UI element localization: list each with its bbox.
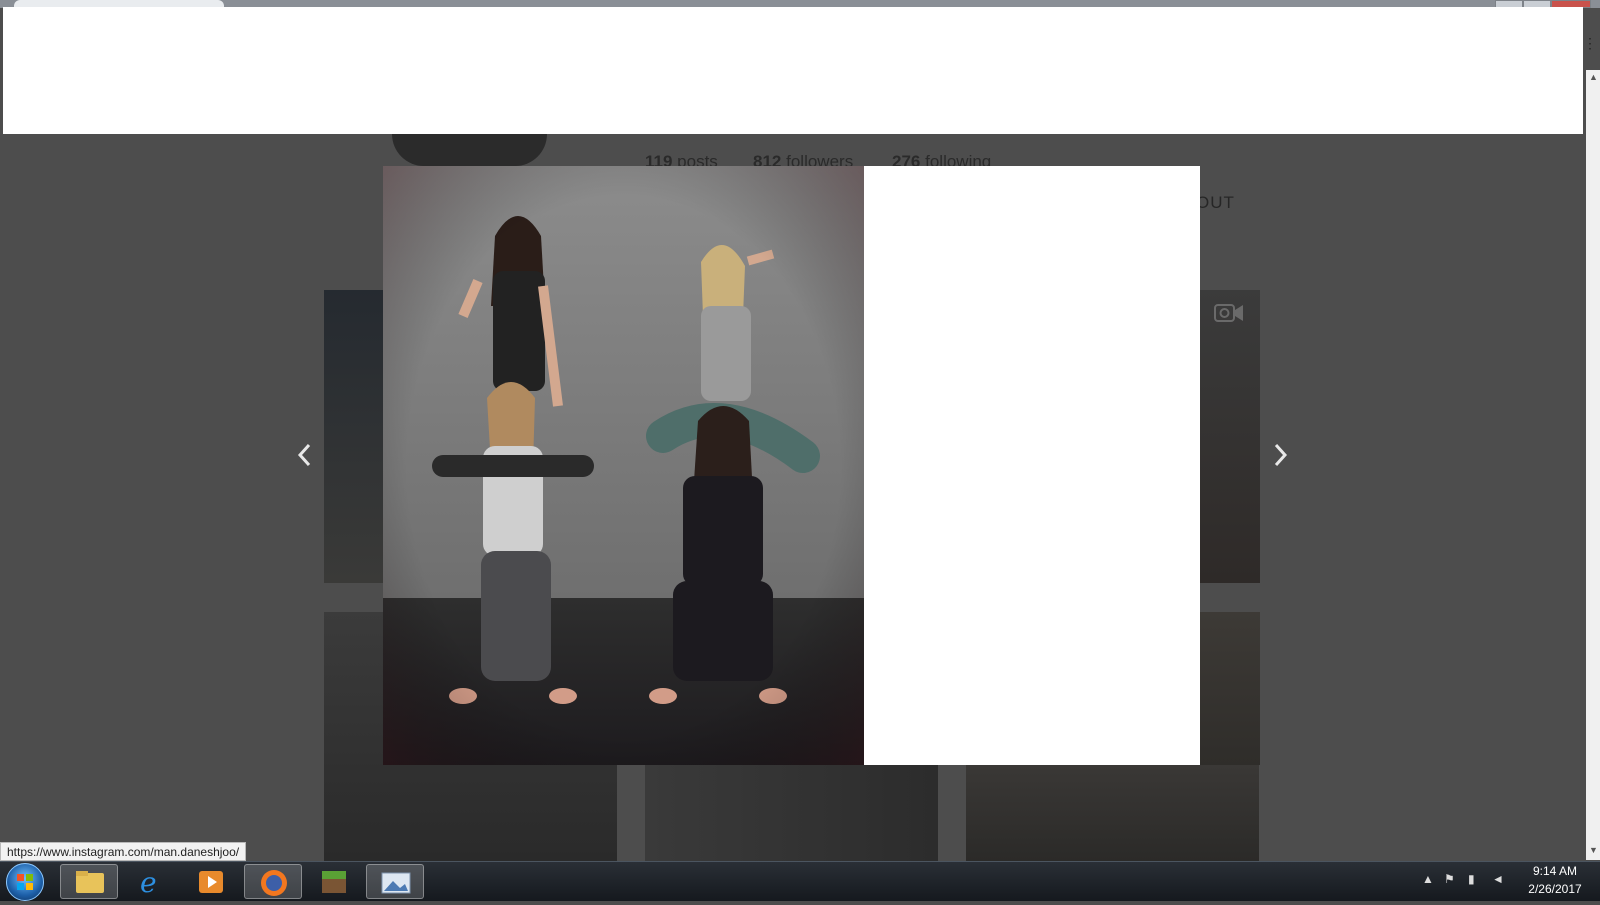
post-modal [383,166,1200,765]
page-scrollbar[interactable] [1586,70,1600,860]
clock-date[interactable]: 2/26/2017 [1520,882,1590,896]
clock-time[interactable]: 9:14 AM [1520,864,1590,878]
grass-block-icon [322,871,346,893]
svg-text:e: e [140,866,157,899]
grid-thumbnail[interactable] [966,765,1259,862]
internet-explorer-icon: e [140,866,157,899]
media-player-icon [199,871,223,893]
grid-thumbnail[interactable] [1200,290,1260,583]
media-player-taskbar-button[interactable] [182,864,240,899]
minecraft-taskbar-button[interactable] [305,864,363,899]
action-center-flag-icon[interactable]: ⚑ [1444,872,1455,886]
photo-viewer-taskbar-button[interactable] [366,864,424,899]
status-url: https://www.instagram.com/man.daneshjoo/ [0,842,247,861]
network-icon[interactable]: ▮ [1468,872,1475,886]
menu-dots-icon[interactable]: ⋮ [1583,36,1597,56]
windows-logo-icon [17,874,33,890]
start-button[interactable] [6,863,44,901]
post-video[interactable] [383,166,864,765]
explorer-taskbar-button[interactable] [60,864,118,899]
scroll-down-icon[interactable]: ▼ [1589,845,1598,855]
show-hidden-icons-icon[interactable]: ▲ [1422,872,1434,886]
avatar[interactable] [392,134,547,166]
post-details-panel [864,166,1200,765]
folder-icon [76,871,104,893]
ie-taskbar-button[interactable]: e [122,864,180,899]
volume-muted-icon[interactable]: ◄ [1492,872,1504,886]
video-camera-icon [1214,302,1244,324]
prev-post-button[interactable] [290,440,320,476]
firefox-taskbar-button[interactable] [244,864,302,899]
scroll-up-icon[interactable]: ▲ [1589,72,1598,82]
page-header [3,7,1583,134]
photo-viewer-icon [381,872,411,894]
next-post-button[interactable] [1265,440,1295,476]
grid-thumbnail[interactable] [1200,612,1260,765]
grid-thumbnail[interactable] [324,290,384,583]
taskbar: e [0,861,1600,901]
profile-about-partial: OUT [1196,193,1235,212]
firefox-icon [261,870,287,896]
chevron-right-icon [1274,443,1288,467]
grid-thumbnail[interactable] [645,765,938,862]
post-image [383,166,864,765]
chevron-left-icon [297,443,311,467]
